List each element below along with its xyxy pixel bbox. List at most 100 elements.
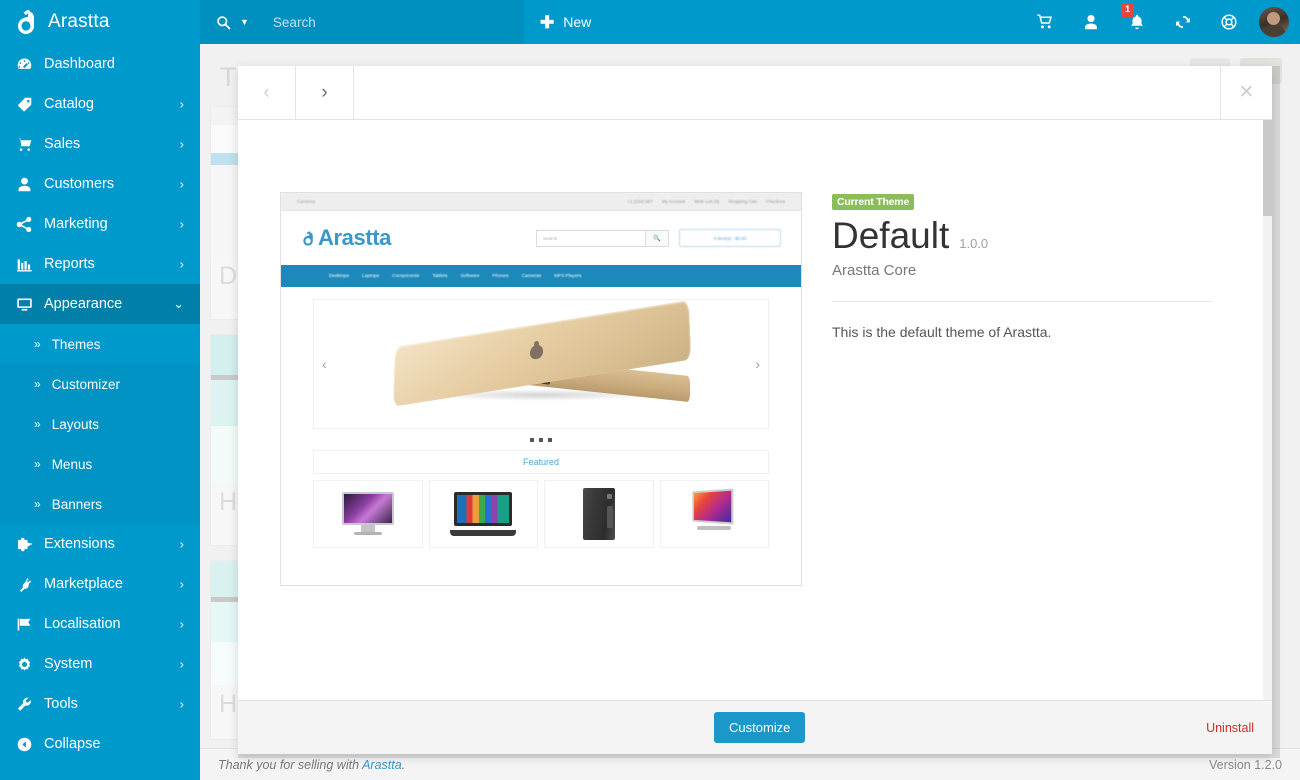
flag-icon [16,616,42,633]
sidebar-item-label: Customers [42,176,114,192]
chevron-right-icon: › [180,177,184,192]
chevron-right-icon: › [180,97,184,112]
sidebar-item-reports[interactable]: Reports › [0,244,200,284]
chevron-right-icon: › [180,577,184,592]
sidebar-subitem-layouts[interactable]: » Layouts [0,404,200,444]
brand-logo-area[interactable]: Arastta [0,0,200,44]
cart-icon[interactable] [1022,0,1068,44]
double-chevron-right-icon: » [34,457,41,471]
sidebar-item-extensions[interactable]: Extensions › [0,524,200,564]
preview-top-link: My Account [662,199,685,204]
theme-detail-modal: ‹ › ✕ Currency +1 (234) 567 My Account W… [238,66,1272,754]
modal-prev-button[interactable]: ‹ [238,66,296,119]
chevron-down-icon: ⌄ [173,296,184,312]
sidebar-item-tools[interactable]: Tools › [0,684,200,724]
preview-store-logo-text: Arastta [318,225,391,251]
avatar[interactable] [1259,7,1289,37]
sidebar-item-sales[interactable]: Sales › [0,124,200,164]
current-theme-badge: Current Theme [832,194,914,210]
collapse-arrow-left-icon [16,736,42,753]
preview-top-link: Wish List (0) [694,199,719,204]
modal-body: Currency +1 (234) 567 My Account Wish Li… [238,120,1272,700]
sidebar-subitem-label: Layouts [52,417,99,432]
preview-search-input: Search [536,230,646,247]
double-chevron-right-icon: » [34,417,41,431]
modal-header: ‹ › ✕ [238,66,1272,120]
dashboard-gauge-icon [16,56,42,73]
bell-icon[interactable]: 1 [1114,0,1160,44]
uninstall-link[interactable]: Uninstall [1206,721,1254,735]
tag-icon [16,96,42,113]
search-icon[interactable] [216,15,231,30]
preview-product-tile [660,480,770,548]
modal-next-button[interactable]: › [296,66,354,119]
brand-name: Arastta [48,11,110,33]
preview-nav-item: Desktops [329,274,349,279]
search-icon: 🔍 [646,230,669,247]
arastta-a-logo-icon [301,230,314,247]
imac-all-in-one-icon [689,490,739,538]
customize-button[interactable]: Customize [714,712,805,743]
sidebar-subitem-menus[interactable]: » Menus [0,444,200,484]
sidebar-item-label: Sales [42,136,80,152]
gear-icon [16,656,42,673]
chevron-right-icon: › [180,617,184,632]
sidebar-item-catalog[interactable]: Catalog › [0,84,200,124]
preview-search-group: Search 🔍 0 item(s) - $0.00 [536,229,781,247]
sidebar-item-customers[interactable]: Customers › [0,164,200,204]
sidebar-item-localisation[interactable]: Localisation › [0,604,200,644]
modal-footer: Customize Uninstall [238,700,1272,754]
close-x-icon: ✕ [1239,81,1255,104]
arastta-a-logo-icon [14,9,36,35]
sidebar-item-marketplace[interactable]: Marketplace › [0,564,200,604]
user-icon[interactable] [1068,0,1114,44]
modal-scrollbar-thumb[interactable] [1263,120,1272,216]
theme-version: 1.0.0 [959,236,988,251]
footer-thanks-prefix: Thank you for selling with [218,758,362,772]
chevron-right-icon: › [180,537,184,552]
info-divider [832,301,1212,302]
footer-arastta-link[interactable]: Arastta [362,758,402,772]
sidebar: Arastta Dashboard Catalog › Sales › Cust… [0,0,200,780]
search-area[interactable]: ▼ [200,0,524,44]
footer-version: Version 1.2.0 [1209,758,1282,772]
preview-nav-item: Components [392,274,419,279]
theme-description: This is the default theme of Arastta. [832,324,1212,340]
double-chevron-right-icon: » [34,497,41,511]
preview-nav-item: Cameras [522,274,541,279]
user-icon [16,176,42,193]
chevron-left-icon: ‹ [263,82,269,104]
sidebar-item-label: Marketing [42,216,108,232]
preview-top-link: Shopping Cart [728,199,757,204]
sidebar-item-marketing[interactable]: Marketing › [0,204,200,244]
chevron-right-icon: › [180,257,184,272]
sidebar-collapse-button[interactable]: Collapse [0,724,200,764]
preview-storefront-topbar: Currency +1 (234) 567 My Account Wish Li… [281,193,801,211]
sidebar-item-dashboard[interactable]: Dashboard [0,44,200,84]
sidebar-item-system[interactable]: System › [0,644,200,684]
preview-carousel-dots [281,438,801,442]
sidebar-item-appearance[interactable]: Appearance ⌄ [0,284,200,324]
lifebuoy-help-icon[interactable] [1206,0,1252,44]
double-chevron-right-icon: » [34,377,41,391]
sidebar-item-label: Localisation [42,616,121,632]
modal-close-button[interactable]: ✕ [1220,66,1272,119]
modal-scrollbar[interactable] [1263,120,1272,700]
caret-down-icon[interactable]: ▼ [240,17,249,27]
preview-product-grid [313,480,769,548]
preview-category-nav: Desktops Laptops Components Tablets Soft… [281,265,801,287]
preview-storefront-header: Arastta Search 🔍 0 item(s) - $0.00 [281,211,801,265]
search-input[interactable] [273,15,473,30]
theme-info-panel: Current Theme Default 1.0.0 Arastta Core… [832,192,1212,340]
preview-product-tile [313,480,423,548]
sidebar-subitem-themes[interactable]: » Themes [0,324,200,364]
gold-macbook-laptop [386,321,696,407]
wrench-icon [16,696,42,713]
sidebar-item-label: Catalog [42,96,94,112]
sidebar-subitem-banners[interactable]: » Banners [0,484,200,524]
theme-preview-screenshot[interactable]: Currency +1 (234) 567 My Account Wish Li… [280,192,802,586]
desktop-tower-pc-icon [583,488,615,540]
sidebar-subitem-customizer[interactable]: » Customizer [0,364,200,404]
refresh-icon[interactable] [1160,0,1206,44]
new-button[interactable]: ✚ New [524,0,613,44]
